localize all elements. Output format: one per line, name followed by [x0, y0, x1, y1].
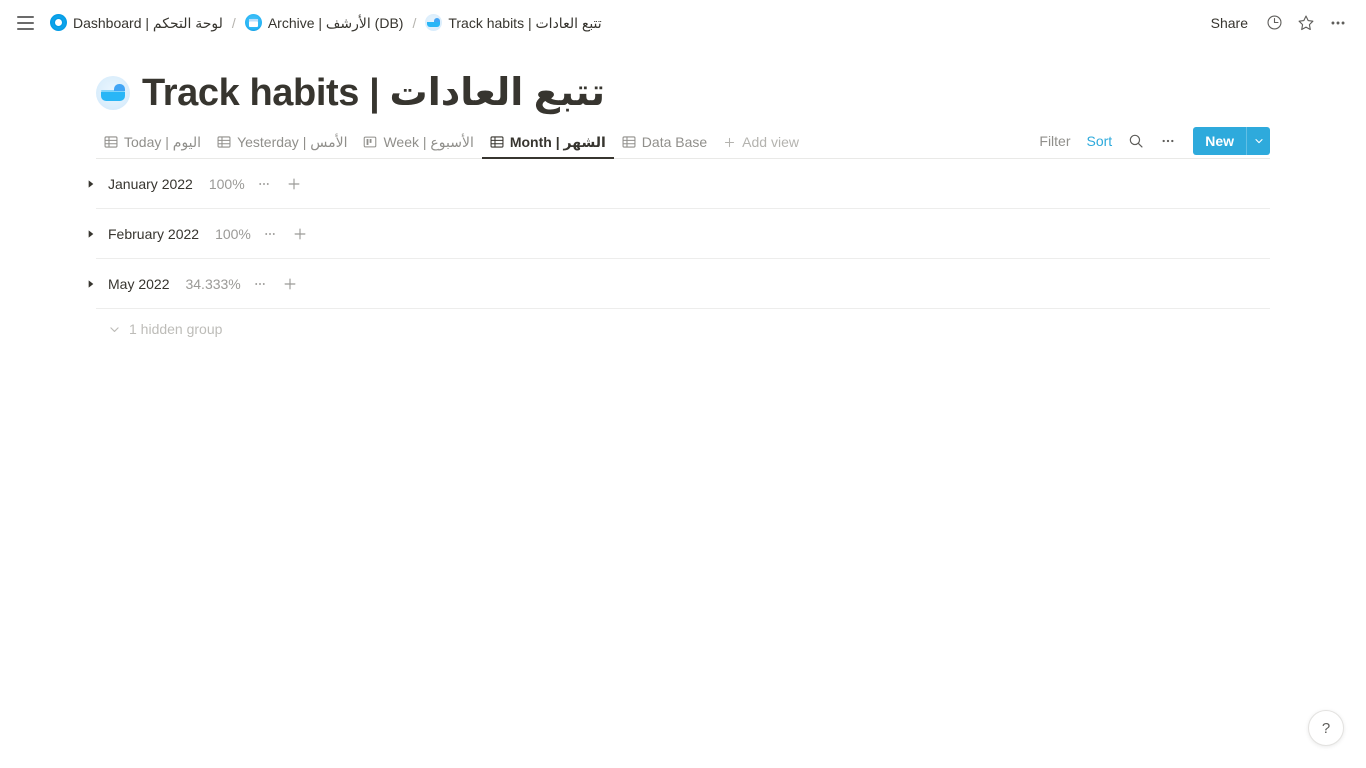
new-button-group[interactable]: New	[1193, 127, 1270, 155]
table-view-icon	[622, 135, 636, 149]
favorite-button[interactable]	[1292, 9, 1320, 37]
ellipsis-icon	[255, 282, 265, 285]
page-content: Track habits | تتبع العادات Today | اليو…	[0, 45, 1366, 349]
ellipsis-icon	[1162, 139, 1174, 143]
group-row: May 2022 34.333%	[88, 259, 1270, 309]
triangle-right-icon	[88, 179, 94, 188]
tab-label: Week | الأسبوع	[383, 133, 474, 150]
tab-today[interactable]: Today | اليوم	[96, 127, 209, 159]
bathtub-icon	[425, 14, 443, 31]
star-icon	[1298, 15, 1314, 30]
table-view-icon	[104, 135, 118, 149]
group-name[interactable]: May 2022	[104, 274, 173, 294]
tab-label: Month | الشهر	[509, 133, 606, 150]
group-add-button[interactable]	[283, 173, 305, 195]
bathtub-icon[interactable]	[96, 76, 130, 110]
top-bar-actions: Share	[1203, 9, 1352, 37]
breadcrumb-separator: /	[231, 14, 236, 31]
group-more-button[interactable]	[249, 273, 271, 295]
breadcrumb-item-track-habits[interactable]: Track habits | تتبع العادات	[421, 12, 605, 34]
view-more-button[interactable]	[1153, 128, 1183, 154]
add-view-button[interactable]: Add view	[715, 127, 807, 159]
table-view-icon	[217, 135, 231, 149]
top-bar: Dashboard | لوحة التحكم / Archive | الأر…	[0, 0, 1366, 45]
group-row: February 2022 100%	[88, 209, 1270, 259]
ellipsis-icon	[1331, 21, 1345, 24]
search-icon	[1129, 134, 1143, 148]
ellipsis-icon	[265, 232, 275, 235]
group-more-button[interactable]	[259, 223, 281, 245]
hidden-group-toggle[interactable]: 1 hidden group	[96, 309, 222, 349]
chevron-down-icon	[1254, 139, 1263, 144]
group-name[interactable]: February 2022	[104, 224, 203, 244]
group-name[interactable]: January 2022	[104, 174, 197, 194]
clock-icon	[1266, 15, 1282, 30]
hamburger-menu-icon[interactable]	[12, 10, 38, 36]
plus-icon	[284, 278, 296, 289]
sort-button[interactable]: Sort	[1080, 128, 1120, 154]
group-percent: 34.333%	[185, 275, 241, 292]
group-more-button[interactable]	[253, 173, 275, 195]
new-button[interactable]: New	[1193, 127, 1246, 155]
triangle-right-icon	[88, 279, 94, 288]
view-actions: Filter Sort New	[1032, 126, 1270, 158]
dashboard-badge-icon	[50, 14, 67, 31]
tab-label: Data Base	[641, 134, 708, 150]
share-button[interactable]: Share	[1203, 9, 1256, 37]
tab-label: Today | اليوم	[124, 133, 202, 150]
page-title-row: Track habits | تتبع العادات	[0, 45, 1366, 114]
archive-box-icon	[244, 14, 262, 31]
tab-label: Yesterday | الأمس	[237, 133, 348, 150]
table-view-icon	[490, 135, 504, 149]
triangle-right-icon	[88, 229, 94, 238]
search-button[interactable]	[1121, 128, 1151, 154]
filter-button[interactable]: Filter	[1032, 128, 1077, 154]
tab-week[interactable]: Week | الأسبوع	[355, 127, 481, 159]
breadcrumb-label: Archive | الأرشف (DB)	[267, 14, 404, 31]
new-button-dropdown[interactable]	[1246, 127, 1270, 155]
group-expand-toggle[interactable]	[80, 223, 102, 245]
hidden-group-label: 1 hidden group	[129, 321, 223, 337]
group-expand-toggle[interactable]	[80, 273, 102, 295]
view-tabs: Today | اليوم Yesterday | الأمس Week | ا…	[96, 126, 807, 159]
tab-yesterday[interactable]: Yesterday | الأمس	[209, 127, 355, 159]
more-options-button[interactable]	[1324, 9, 1352, 37]
breadcrumb-separator: /	[412, 14, 417, 31]
group-add-button[interactable]	[279, 273, 301, 295]
tab-month[interactable]: Month | الشهر	[481, 127, 614, 159]
plus-icon	[288, 178, 300, 189]
hamburger-line	[16, 21, 34, 24]
group-percent: 100%	[215, 225, 251, 242]
breadcrumb: Dashboard | لوحة التحكم / Archive | الأر…	[46, 12, 606, 34]
help-button[interactable]: ?	[1308, 710, 1344, 746]
add-view-label: Add view	[742, 134, 799, 150]
hamburger-line	[16, 15, 34, 18]
plus-icon	[294, 228, 306, 239]
group-add-button[interactable]	[289, 223, 311, 245]
board-view-icon	[363, 135, 377, 149]
tab-data-base[interactable]: Data Base	[614, 127, 715, 159]
breadcrumb-item-dashboard[interactable]: Dashboard | لوحة التحكم	[46, 12, 227, 34]
chevron-down-icon	[110, 326, 119, 332]
group-row: January 2022 100%	[88, 159, 1270, 209]
breadcrumb-label: Track habits | تتبع العادات	[448, 14, 602, 31]
breadcrumb-label: Dashboard | لوحة التحكم	[73, 14, 223, 31]
history-button[interactable]	[1260, 9, 1288, 37]
view-tabs-bar: Today | اليوم Yesterday | الأمس Week | ا…	[96, 127, 1270, 159]
ellipsis-icon	[258, 182, 269, 185]
hamburger-line	[16, 27, 34, 30]
group-expand-toggle[interactable]	[80, 173, 102, 195]
group-list: January 2022 100% February 2022 100% May…	[88, 159, 1270, 349]
breadcrumb-item-archive[interactable]: Archive | الأرشف (DB)	[241, 12, 408, 34]
plus-icon	[723, 136, 736, 149]
group-percent: 100%	[208, 175, 245, 192]
page-title[interactable]: Track habits | تتبع العادات	[142, 71, 605, 115]
